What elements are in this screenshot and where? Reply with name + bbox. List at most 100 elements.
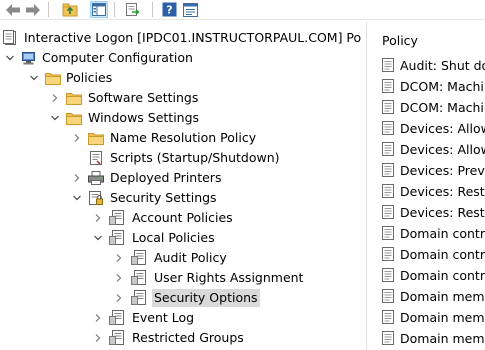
policy-setting-icon: [380, 162, 396, 178]
tree-item-scripts[interactable]: Scripts (Startup/Shutdown): [0, 148, 366, 168]
policy-icon: [130, 249, 148, 267]
console-tree: Interactive Logon [IPDC01.INSTRUCTORPAUL…: [0, 24, 366, 350]
chevron-down-icon[interactable]: [49, 108, 61, 128]
help-icon[interactable]: ?: [160, 1, 178, 18]
policy-setting-icon: [380, 78, 396, 94]
chevron-right-icon[interactable]: [71, 168, 83, 188]
policy-list-item[interactable]: Devices: Allow: [380, 118, 485, 139]
policy-list-item[interactable]: Domain memb: [380, 328, 485, 349]
chevron-right-icon[interactable]: [49, 88, 61, 108]
tree-item-restricted-groups[interactable]: Restricted Groups: [0, 328, 366, 348]
policy-list-item-label: Domain contro: [400, 268, 485, 283]
policy-list-item-label: Domain contro: [400, 226, 485, 241]
export-list-icon[interactable]: [124, 1, 142, 18]
policy-list-item[interactable]: Audit: Shut do: [380, 55, 485, 76]
scripts-icon: [87, 149, 105, 167]
policy-list-item-label: Domain memb: [400, 310, 485, 325]
forward-arrow-icon[interactable]: [24, 1, 42, 18]
policy-list-item-label: Domain memb: [400, 331, 485, 346]
tree-item-label: Security Options: [152, 289, 260, 307]
policy-setting-icon: [380, 141, 396, 157]
folder-icon: [87, 129, 105, 147]
policy-list-item[interactable]: Devices: Restri: [380, 181, 485, 202]
tree-item-audit-policy[interactable]: Audit Policy: [0, 248, 366, 268]
policy-list-item[interactable]: Devices: Restri: [380, 202, 485, 223]
tree-item-event-log[interactable]: Event Log: [0, 308, 366, 328]
tree-item-label: User Rights Assignment: [154, 270, 304, 285]
chevron-right-icon[interactable]: [92, 308, 104, 328]
policy-list-item[interactable]: Domain contro: [380, 244, 485, 265]
policy-list-item-label: Devices: Restri: [400, 205, 485, 220]
tree-item-label: Interactive Logon [IPDC01.INSTRUCTORPAUL…: [24, 30, 362, 45]
policy-icon: [130, 269, 148, 287]
policy-list-item-label: Devices: Preve: [400, 163, 485, 178]
toolbar-separator: [114, 2, 115, 17]
chevron-right-icon[interactable]: [113, 288, 125, 308]
policy-list-item[interactable]: Domain memb: [380, 286, 485, 307]
folder-icon: [65, 109, 83, 127]
policy-list-item[interactable]: Devices: Allow: [380, 139, 485, 160]
policy-icon: [130, 289, 148, 307]
policy-setting-icon: [380, 267, 396, 283]
column-header-policy[interactable]: Policy: [374, 30, 485, 52]
policy-list-item-label: Devices: Restri: [400, 184, 485, 199]
tree-item-label: Event Log: [132, 310, 195, 325]
tree-item-account-policies[interactable]: Account Policies: [0, 208, 366, 228]
policy-setting-icon: [380, 225, 396, 241]
properties-icon[interactable]: [181, 1, 199, 18]
tree-item-label: Scripts (Startup/Shutdown): [110, 150, 280, 165]
chevron-right-icon[interactable]: [71, 128, 83, 148]
tree-item-local-policies[interactable]: Local Policies: [0, 228, 366, 248]
policy-list-item[interactable]: Devices: Preve: [380, 160, 485, 181]
tree-item-computer-configuration[interactable]: Computer Configuration: [0, 48, 366, 68]
computer-icon: [20, 49, 38, 67]
tree-item-label: Name Resolution Policy: [110, 130, 257, 145]
tree-item-root-policy[interactable]: Interactive Logon [IPDC01.INSTRUCTORPAUL…: [0, 28, 366, 48]
chevron-down-icon[interactable]: [92, 228, 104, 248]
policy-list-item[interactable]: Domain contro: [380, 265, 485, 286]
chevron-down-icon[interactable]: [4, 48, 16, 68]
tree-item-policies[interactable]: Policies: [0, 68, 366, 88]
policy-setting-icon: [380, 246, 396, 262]
up-folder-icon[interactable]: [61, 1, 79, 18]
chevron-right-icon[interactable]: [92, 328, 104, 348]
policy-list: Policy Audit: Shut do DCOM: Machi DCOM: Ma…: [374, 22, 485, 350]
tree-item-label: Policies: [66, 70, 113, 85]
printer-icon: [87, 169, 105, 187]
policy-icon: [108, 329, 126, 347]
policy-list-item-label: Domain memb: [400, 289, 485, 304]
tree-item-user-rights-assignment[interactable]: User Rights Assignment: [0, 268, 366, 288]
tree-item-security-options[interactable]: Security Options: [0, 288, 366, 308]
policy-list-item[interactable]: Domain contro: [380, 223, 485, 244]
policy-setting-icon: [380, 120, 396, 136]
chevron-right-icon[interactable]: [113, 268, 125, 288]
chevron-down-icon[interactable]: [28, 68, 40, 88]
tree-item-label: Deployed Printers: [110, 170, 222, 185]
tree-item-deployed-printers[interactable]: Deployed Printers: [0, 168, 366, 188]
policy-setting-icon: [380, 288, 396, 304]
policy-document-icon: [2, 29, 20, 47]
tree-item-label: Restricted Groups: [132, 330, 244, 345]
toolbar-separator: [152, 2, 153, 17]
tree-item-name-resolution-policy[interactable]: Name Resolution Policy: [0, 128, 366, 148]
security-settings-icon: [87, 189, 105, 207]
tree-item-security-settings[interactable]: Security Settings: [0, 188, 366, 208]
tree-item-label: Software Settings: [88, 90, 199, 105]
folder-icon: [65, 89, 83, 107]
policy-list-item-label: DCOM: Machi: [400, 79, 484, 94]
policy-list-item[interactable]: DCOM: Machi: [380, 97, 485, 118]
tree-item-windows-settings[interactable]: Windows Settings: [0, 108, 366, 128]
pane-splitter[interactable]: [366, 22, 374, 350]
policy-setting-icon: [380, 99, 396, 115]
chevron-right-icon[interactable]: [92, 208, 104, 228]
policy-list-item-label: Domain contro: [400, 247, 485, 262]
policy-list-item[interactable]: DCOM: Machi: [380, 76, 485, 97]
tree-item-software-settings[interactable]: Software Settings: [0, 88, 366, 108]
show-hide-tree-icon[interactable]: [90, 1, 108, 18]
back-arrow-icon[interactable]: [4, 1, 22, 18]
chevron-right-icon[interactable]: [113, 248, 125, 268]
policy-list-item[interactable]: Domain memb: [380, 307, 485, 328]
chevron-down-icon[interactable]: [71, 188, 83, 208]
tree-item-label: Account Policies: [132, 210, 233, 225]
tree-item-label: Security Settings: [110, 190, 217, 205]
